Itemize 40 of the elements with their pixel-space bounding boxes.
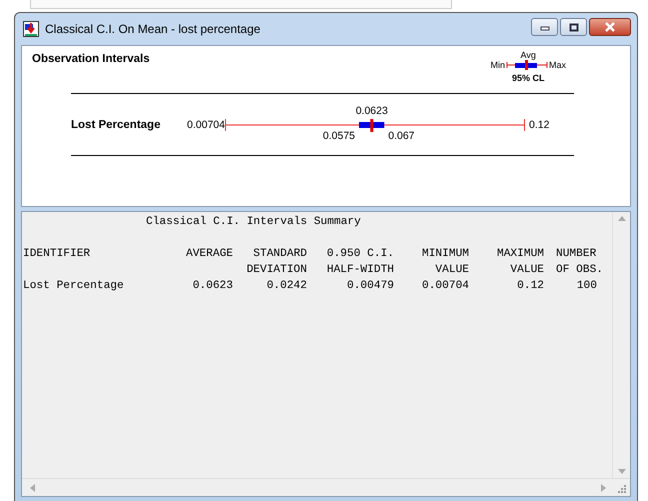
scroll-right-icon[interactable] — [601, 484, 606, 492]
scroll-up-icon[interactable] — [618, 216, 626, 221]
resize-grip-icon — [618, 485, 626, 493]
legend-label: Max — [548, 60, 566, 70]
table-cell-text: 100 — [576, 279, 598, 294]
average-marker — [370, 118, 374, 132]
table-cell-text: 0.0623 — [192, 279, 233, 294]
column-header: IDENTIFIER — [23, 247, 92, 262]
max-value: 0.12 — [529, 118, 550, 130]
close-icon — [604, 22, 616, 32]
interval-legend-icon — [506, 60, 548, 70]
table-cell-text: 0.00704 — [421, 279, 469, 294]
maximize-button[interactable] — [560, 18, 587, 36]
report-title: Classical C.I. Intervals Summary — [146, 214, 362, 230]
min-value: 0.00704 — [186, 118, 225, 130]
column-header: AVERAGE — [185, 247, 233, 262]
average-value: 0.0623 — [356, 104, 388, 116]
app-icon — [23, 21, 39, 37]
row-label: Lost Percentage — [71, 118, 162, 130]
table-cell-text: Lost Percentage — [23, 279, 125, 294]
legend-label: 95% CL — [512, 73, 544, 83]
scroll-down-icon[interactable] — [618, 469, 626, 474]
maximize-icon — [568, 22, 578, 32]
column-header: 0.950 C.I. HALF-WIDTH — [326, 247, 394, 278]
table-cell-text: 0.12 — [516, 279, 544, 294]
table-cell-text: 0.0242 — [266, 279, 307, 294]
minimize-button[interactable] — [531, 18, 558, 36]
legend-label: Avg — [520, 50, 536, 60]
column-header: STANDARD DEVIATION — [246, 247, 307, 278]
lower-value: 0.0575 — [322, 130, 356, 142]
window-title: Classical C.I. On Mean - lost percentage — [45, 22, 262, 36]
column-header: NUMBER OF OBS. — [555, 247, 603, 278]
upper-value: 0.067 — [388, 130, 415, 142]
table-cell-text: 0.00479 — [346, 279, 394, 294]
column-header: MINIMUM VALUE — [421, 247, 469, 278]
column-header: MAXIMUM VALUE — [496, 247, 544, 278]
close-button[interactable] — [589, 18, 631, 36]
legend-label: Min — [490, 60, 505, 70]
scroll-left-icon[interactable] — [30, 484, 35, 492]
panel-title: Observation Intervals — [32, 53, 150, 67]
